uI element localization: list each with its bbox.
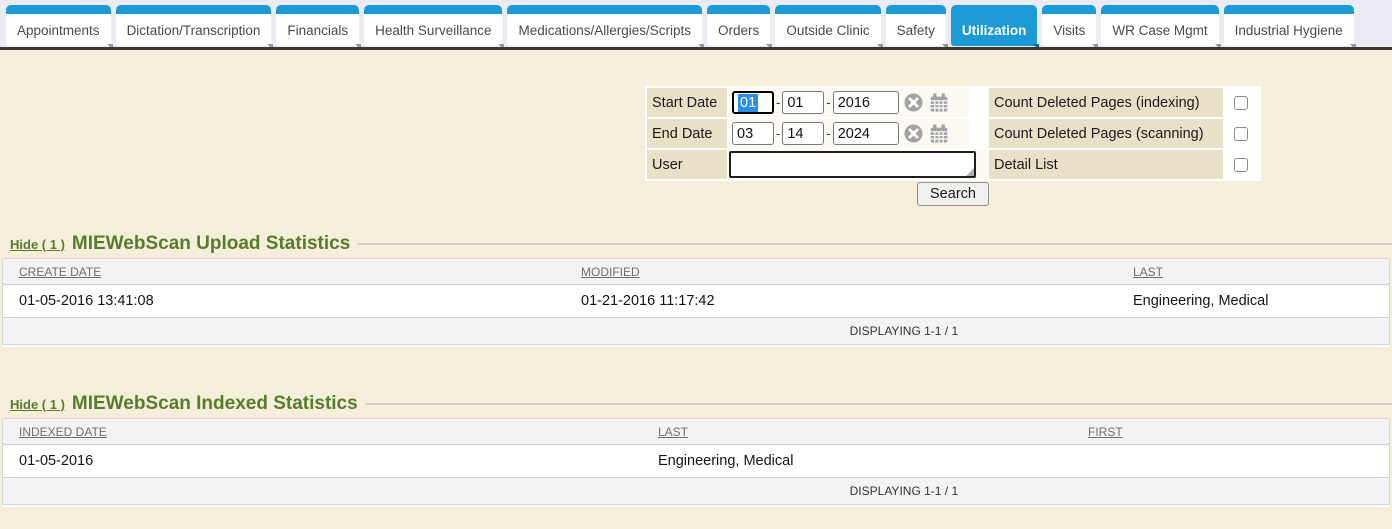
indexed-section-header: Hide ( 1 ) MIEWebScan Indexed Statistics (0, 390, 1392, 418)
end-date-label: End Date (647, 119, 727, 148)
column-header-create-date[interactable]: CREATE DATE (3, 265, 565, 279)
module-tab-bar: Appointments Dictation/Transcription Fin… (0, 0, 1392, 47)
upload-table-pagination: DISPLAYING 1-1 / 1 (3, 318, 1389, 344)
count-deleted-scanning-label: Count Deleted Pages (scanning) (989, 119, 1223, 148)
user-label: User (647, 150, 727, 179)
resize-grip-icon[interactable] (966, 168, 974, 176)
end-date-year-input[interactable]: 2024 (833, 122, 899, 145)
detail-list-checkbox[interactable] (1234, 158, 1248, 172)
tab-medications-allergies-scripts[interactable]: Medications/Allergies/Scripts (507, 5, 702, 46)
start-date-day-input[interactable]: 01 (782, 91, 824, 114)
search-button[interactable]: Search (917, 182, 989, 206)
indexed-statistics-section: Hide ( 1 ) MIEWebScan Indexed Statistics… (0, 390, 1392, 505)
modified-value: 01-21-2016 11:17:42 (565, 293, 1117, 309)
date-separator: - (776, 126, 780, 141)
tab-label: Orders (718, 23, 759, 38)
end-date-calendar-icon[interactable] (929, 124, 949, 144)
last-value: Engineering, Medical (642, 453, 1072, 469)
utilization-search-form: Start Date 01 - 01 - 2016 Count Deleted … (645, 86, 1261, 181)
indexed-hide-link[interactable]: Hide ( 1 ) (10, 397, 65, 412)
start-date-year-input[interactable]: 2016 (833, 91, 899, 114)
tab-orders[interactable]: Orders (707, 5, 770, 46)
form-gap (971, 88, 987, 117)
user-field-cell (729, 150, 987, 179)
upload-section-title: MIEWebScan Upload Statistics (72, 233, 350, 255)
tab-safety[interactable]: Safety (886, 5, 946, 46)
displaying-count: DISPLAYING 1-1 / 1 (850, 324, 959, 338)
detail-list-cell (1225, 150, 1257, 179)
create-date-value: 01-05-2016 13:41:08 (3, 293, 565, 309)
end-date-day-input[interactable]: 14 (782, 122, 824, 145)
column-header-modified[interactable]: MODIFIED (565, 265, 1117, 279)
upload-statistics-section: Hide ( 1 ) MIEWebScan Upload Statistics … (0, 230, 1392, 345)
section-divider-line (366, 403, 1392, 405)
detail-list-label: Detail List (989, 150, 1223, 179)
tab-label: Safety (897, 23, 935, 38)
tab-dictation-transcription[interactable]: Dictation/Transcription (116, 5, 272, 46)
section-divider-line (358, 243, 1392, 245)
count-deleted-indexing-cell (1225, 88, 1257, 117)
indexed-table-pagination: DISPLAYING 1-1 / 1 (3, 478, 1389, 504)
tab-label: Appointments (17, 23, 100, 38)
tab-visits[interactable]: Visits (1042, 5, 1096, 46)
start-date-month-input[interactable]: 01 (732, 91, 774, 114)
date-separator: - (826, 95, 830, 110)
tab-wr-case-mgmt[interactable]: WR Case Mgmt (1101, 5, 1218, 46)
upload-table-header-row: CREATE DATE MODIFIED LAST (3, 259, 1389, 285)
count-deleted-indexing-label: Count Deleted Pages (indexing) (989, 88, 1223, 117)
tab-industrial-hygiene[interactable]: Industrial Hygiene (1224, 5, 1354, 46)
count-deleted-scanning-cell (1225, 119, 1257, 148)
tab-financials[interactable]: Financials (276, 5, 359, 46)
search-button-row: Search (645, 182, 1261, 206)
count-deleted-scanning-checkbox[interactable] (1234, 127, 1248, 141)
end-date-fields: 03 - 14 - 2024 (729, 119, 969, 148)
column-header-indexed-date[interactable]: INDEXED DATE (3, 425, 642, 439)
displaying-count: DISPLAYING 1-1 / 1 (850, 484, 959, 498)
end-date-month-input[interactable]: 03 (732, 122, 774, 145)
column-header-last[interactable]: LAST (642, 425, 1072, 439)
tab-label: Utilization (962, 23, 1027, 38)
table-row[interactable]: 01-05-2016 Engineering, Medical (3, 445, 1389, 478)
column-header-last[interactable]: LAST (1117, 265, 1389, 279)
tab-label: Industrial Hygiene (1235, 23, 1343, 38)
tab-appointments[interactable]: Appointments (6, 5, 111, 46)
last-value: Engineering, Medical (1117, 293, 1389, 309)
start-date-label: Start Date (647, 88, 727, 117)
tab-label: Medications/Allergies/Scripts (518, 23, 691, 38)
upload-statistics-table: CREATE DATE MODIFIED LAST 01-05-2016 13:… (2, 258, 1390, 345)
end-date-clear-icon[interactable] (904, 124, 924, 144)
user-input-wrap (729, 151, 976, 178)
tab-label: Visits (1053, 23, 1085, 38)
indexed-statistics-table: INDEXED DATE LAST FIRST 01-05-2016 Engin… (2, 418, 1390, 505)
tab-outside-clinic[interactable]: Outside Clinic (775, 5, 880, 46)
date-separator: - (826, 126, 830, 141)
tabbar-divider (0, 47, 1392, 50)
indexed-table-header-row: INDEXED DATE LAST FIRST (3, 419, 1389, 445)
count-deleted-indexing-checkbox[interactable] (1234, 96, 1248, 110)
table-row[interactable]: 01-05-2016 13:41:08 01-21-2016 11:17:42 … (3, 285, 1389, 318)
date-separator: - (776, 95, 780, 110)
selected-text: 01 (738, 94, 758, 112)
tab-label: Outside Clinic (786, 23, 869, 38)
tab-label: Health Surveillance (375, 23, 491, 38)
start-date-clear-icon[interactable] (904, 93, 924, 113)
indexed-date-value: 01-05-2016 (3, 453, 642, 469)
tab-label: Dictation/Transcription (127, 23, 261, 38)
column-header-first[interactable]: FIRST (1072, 425, 1389, 439)
tab-label: WR Case Mgmt (1112, 23, 1207, 38)
indexed-section-title: MIEWebScan Indexed Statistics (72, 393, 358, 415)
tab-label: Financials (287, 23, 348, 38)
user-input[interactable] (729, 151, 976, 178)
upload-hide-link[interactable]: Hide ( 1 ) (10, 237, 65, 252)
form-gap (971, 119, 987, 148)
start-date-calendar-icon[interactable] (929, 93, 949, 113)
tab-utilization[interactable]: Utilization (951, 5, 1038, 46)
tab-health-surveillance[interactable]: Health Surveillance (364, 5, 502, 46)
start-date-fields: 01 - 01 - 2016 (729, 88, 969, 117)
upload-section-header: Hide ( 1 ) MIEWebScan Upload Statistics (0, 230, 1392, 258)
